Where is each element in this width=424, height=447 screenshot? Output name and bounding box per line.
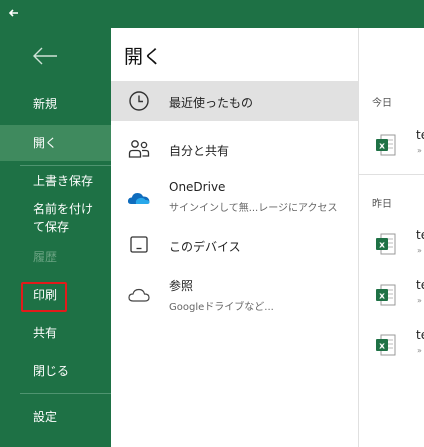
excel-file-icon: x [376, 334, 396, 356]
location-this-device[interactable]: このデバイス [111, 225, 358, 265]
excel-file-icon: x [376, 233, 396, 255]
print-highlight-box [21, 282, 67, 312]
excel-file-icon: x [376, 284, 396, 306]
page-title: 開く [124, 46, 163, 68]
location-browse[interactable]: 参照 Googleドライブなど... [111, 273, 358, 315]
sidebar-item-settings[interactable]: 設定 [0, 407, 111, 427]
sidebar-item-save-as[interactable]: 名前を付けて保存 [0, 200, 111, 240]
excel-file-icon: x [376, 134, 396, 156]
location-label: 自分と共有 [169, 144, 230, 158]
svg-text:x: x [379, 241, 385, 251]
sidebar-divider [20, 393, 111, 394]
recent-file-name: te [416, 278, 424, 292]
sidebar-item-new[interactable]: 新規 [0, 94, 111, 114]
recent-file-path: » [417, 296, 422, 305]
device-icon [130, 236, 148, 253]
clock-icon [129, 91, 149, 111]
location-onedrive[interactable]: OneDrive サインインして無...レージにアクセス [111, 174, 358, 222]
svg-text:x: x [379, 342, 385, 352]
cloud-outline-icon [128, 288, 150, 302]
group-header-today: 今日 [372, 98, 392, 109]
panel-divider [358, 28, 359, 447]
location-label: 参照 [169, 279, 194, 293]
svg-text:x: x [379, 142, 385, 152]
sidebar-item-save[interactable]: 上書き保存 [0, 171, 111, 191]
back-arrow-icon[interactable] [31, 44, 59, 68]
sidebar-item-history: 履歴 [33, 250, 58, 264]
recent-file-name: te [416, 128, 424, 142]
recent-file-name: te [416, 328, 424, 342]
group-header-yesterday: 昨日 [372, 199, 392, 210]
onedrive-cloud-icon [127, 193, 150, 204]
location-recent[interactable]: 最近使ったもの [111, 81, 358, 121]
title-bar [0, 0, 424, 28]
location-shared[interactable]: 自分と共有 [111, 129, 358, 169]
location-label: OneDrive [169, 180, 226, 194]
backstage-sidebar: 新規 開く 上書き保存 名前を付けて保存 履歴 印刷 共有 閉じる 設定 [0, 28, 111, 447]
sidebar-item-close[interactable]: 閉じる [0, 361, 111, 381]
open-panel: 開く 最近使ったもの 自分と共有 OneDrive サインインして無...レージ… [111, 28, 424, 447]
location-sublabel: Googleドライブなど... [169, 302, 274, 313]
location-sublabel: サインインして無...レージにアクセス [169, 203, 338, 214]
people-icon [128, 140, 150, 158]
recent-file-name: te [416, 228, 424, 242]
back-arrow-icon[interactable] [6, 5, 22, 21]
sidebar-divider [20, 165, 111, 166]
location-label: このデバイス [169, 240, 241, 254]
sidebar-item-share[interactable]: 共有 [0, 323, 111, 343]
recent-file-path: » [417, 346, 422, 355]
recent-file-path: » [417, 146, 422, 155]
recent-file-path: » [417, 246, 422, 255]
group-divider [359, 174, 424, 175]
svg-text:x: x [379, 292, 385, 302]
sidebar-item-open[interactable]: 開く [0, 125, 111, 161]
location-label: 最近使ったもの [169, 96, 254, 110]
